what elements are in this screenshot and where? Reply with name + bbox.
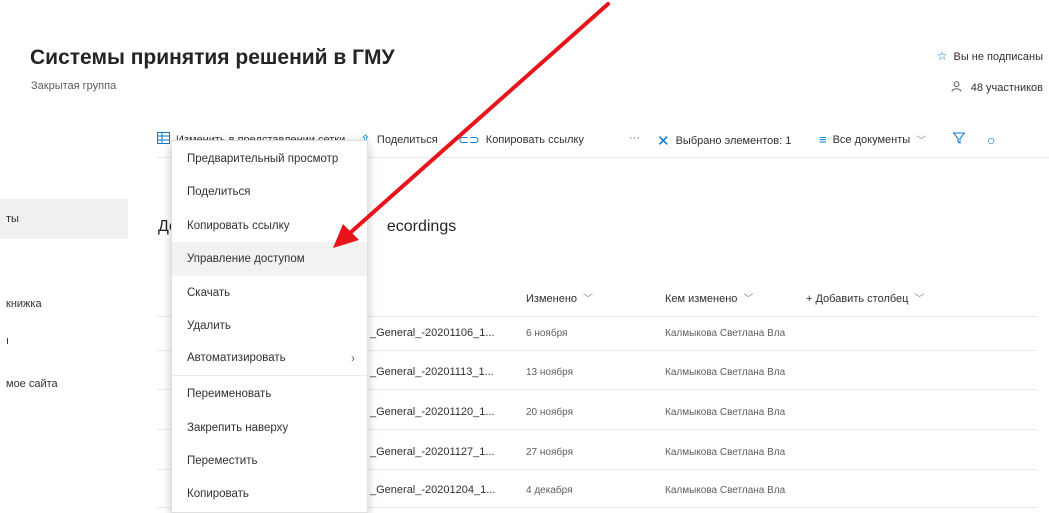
group-privacy-label: Закрытая группа <box>31 80 117 92</box>
filter-icon <box>952 132 966 147</box>
menu-item-download[interactable]: Скачать <box>172 276 367 310</box>
view-switcher[interactable]: ≡ Все документы ﹀ <box>819 132 926 147</box>
grid-icon <box>157 132 170 147</box>
modified-date: 6 ноября <box>526 328 568 339</box>
chevron-down-icon: ﹀ <box>914 294 925 305</box>
file-name[interactable]: _General_-20201204_1... <box>370 484 495 496</box>
selected-count-label: Выбрано элементов: 1 <box>675 135 792 147</box>
menu-item-copy[interactable]: Копировать <box>172 477 367 511</box>
menu-item-manage-access[interactable]: Управление доступом <box>172 242 367 276</box>
modified-by: Калмыкова Светлана Вла <box>665 367 786 378</box>
star-icon: ☆ <box>936 49 948 63</box>
views-icon: ≡ <box>819 132 827 147</box>
nav-item-pages[interactable]: ı <box>0 321 128 361</box>
context-menu: Предварительный просмотр Поделиться Копи… <box>171 140 368 513</box>
page-title: Системы принятия решений в ГМУ <box>30 46 395 69</box>
column-modified-by-label: Кем изменено <box>665 293 738 305</box>
modified-date: 20 ноября <box>526 407 573 418</box>
menu-item-copy-link[interactable]: Копировать ссылку <box>172 209 367 243</box>
menu-item-pin-to-top[interactable]: Закрепить наверху <box>172 411 367 445</box>
selection-indicator[interactable]: ✕ Выбрано элементов: 1 <box>657 132 791 150</box>
file-name[interactable]: _General_-20201113_1... <box>370 366 494 378</box>
menu-divider <box>172 375 367 376</box>
nav-item-site-contents[interactable]: мое сайта <box>0 364 128 404</box>
chevron-down-icon: ﹀ <box>583 294 594 305</box>
modified-by: Калмыкова Светлана Вла <box>665 407 786 418</box>
column-header-modified-by[interactable]: Кем изменено ﹀ <box>665 290 753 305</box>
chevron-down-icon: ﹀ <box>743 294 754 305</box>
file-name[interactable]: _General_-20201120_1... <box>370 406 495 418</box>
members-button[interactable]: 48 участников <box>951 80 1043 94</box>
menu-item-rename[interactable]: Переименовать <box>172 377 367 411</box>
left-navigation: ты книжка ı мое сайта <box>0 110 128 513</box>
menu-item-automate-label: Автоматизировать <box>187 352 286 364</box>
close-icon: ✕ <box>657 133 670 150</box>
menu-item-delete[interactable]: Удалить <box>172 309 367 343</box>
modified-by: Калмыкова Светлана Вла <box>665 328 786 339</box>
menu-item-share[interactable]: Поделиться <box>172 175 367 209</box>
share-label: Поделиться <box>376 134 438 146</box>
copy-link-button[interactable]: ⊂⊃ Копировать ссылку <box>458 132 584 148</box>
add-column-label: + Добавить столбец <box>806 293 909 305</box>
add-column-button[interactable]: + Добавить столбец ﹀ <box>806 290 924 305</box>
menu-item-preview[interactable]: Предварительный просмотр <box>172 142 367 176</box>
nav-item-notebook[interactable]: книжка <box>0 284 128 324</box>
link-icon: ⊂⊃ <box>458 132 480 147</box>
chevron-down-icon: ﹀ <box>916 136 927 147</box>
modified-date: 13 ноября <box>526 367 573 378</box>
library-title-end: ecordings <box>386 218 457 235</box>
chevron-right-icon: › <box>351 351 355 365</box>
menu-item-automate[interactable]: Автоматизировать › <box>172 341 367 375</box>
menu-item-move[interactable]: Переместить <box>172 444 367 478</box>
modified-date: 4 декабря <box>526 485 573 496</box>
column-modified-label: Изменено <box>526 293 578 305</box>
file-name[interactable]: _General_-20201127_1... <box>370 446 495 458</box>
nav-item-documents[interactable]: ты <box>0 199 128 239</box>
modified-date: 27 ноября <box>526 447 573 458</box>
more-button[interactable]: ··· <box>629 132 640 144</box>
file-name[interactable]: _General_-20201106_1... <box>370 327 495 339</box>
follow-label: Вы не подписаны <box>953 51 1044 63</box>
column-header-modified[interactable]: Изменено ﹀ <box>526 290 593 305</box>
person-icon <box>951 80 965 94</box>
follow-button[interactable]: ☆ Вы не подписаны <box>937 49 1043 63</box>
copy-link-label: Копировать ссылку <box>485 134 584 146</box>
modified-by: Калмыкова Светлана Вла <box>665 485 786 496</box>
modified-by: Калмыкова Светлана Вла <box>665 447 786 458</box>
info-button[interactable]: ○ <box>987 132 995 148</box>
share-button[interactable]: ⇪ Поделиться <box>360 132 438 148</box>
members-label: 48 участников <box>970 82 1043 94</box>
view-label: Все документы <box>832 133 911 146</box>
filter-button[interactable] <box>952 132 966 147</box>
info-icon: ○ <box>987 132 996 148</box>
